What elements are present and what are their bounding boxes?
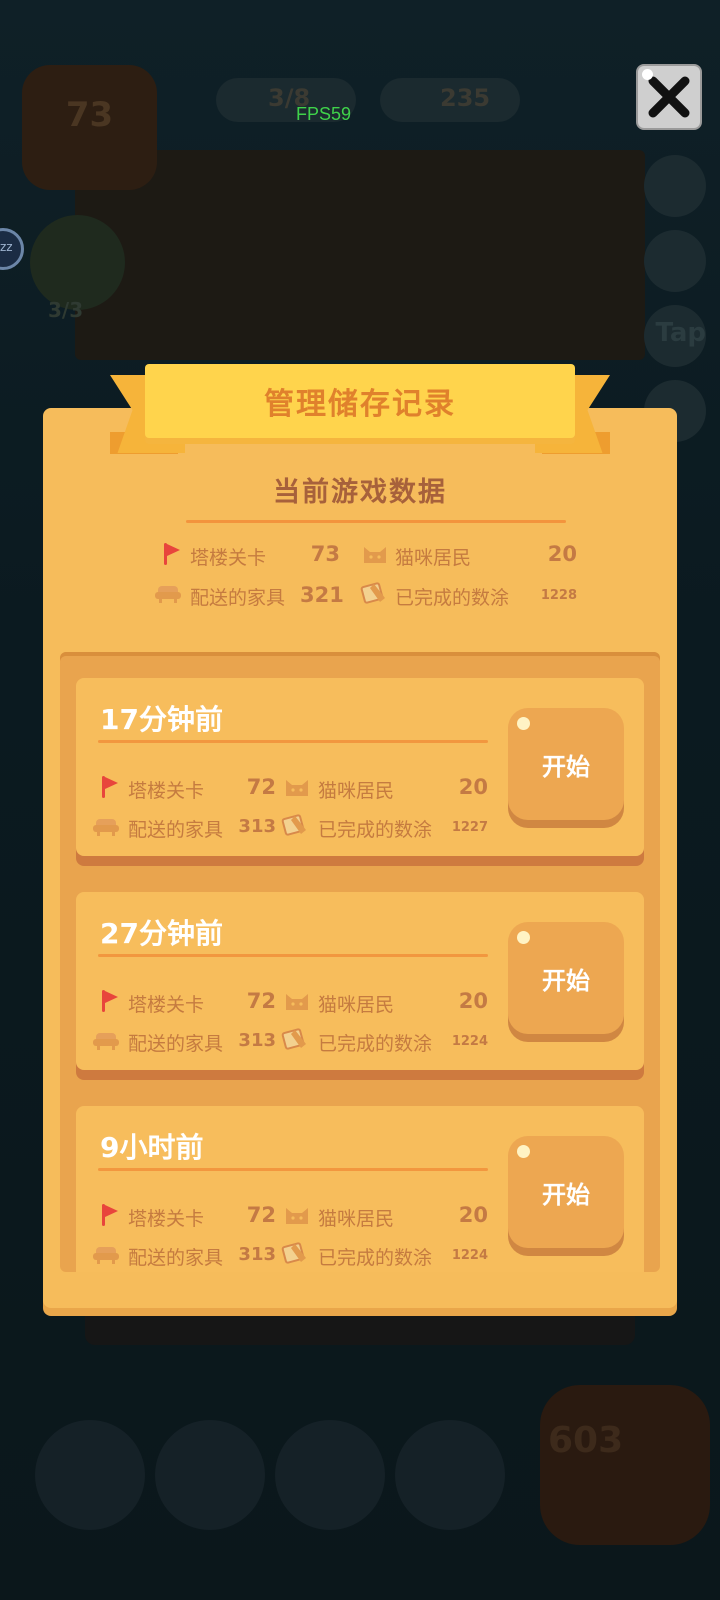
save-furniture-label: 配送的家具: [128, 819, 224, 841]
save-list-panel[interactable]: 17分钟前 塔楼关卡 72 猫咪居民 20 配送的家具 313 已完成的数涂 1…: [60, 652, 660, 1272]
start-button[interactable]: 开始: [508, 922, 624, 1034]
current-data-divider: [186, 520, 566, 523]
close-icon: [648, 76, 690, 118]
save-paint-value: 1224: [451, 1248, 488, 1263]
flag-icon: [102, 776, 118, 798]
save-furniture-label: 配送的家具: [128, 1033, 224, 1055]
bottom-button-2: [155, 1420, 265, 1530]
current-paint-value: 1228: [540, 588, 577, 603]
flag-icon: [102, 990, 118, 1012]
save-furniture-value: 313: [238, 1030, 276, 1051]
save-tower-value: 72: [246, 989, 276, 1013]
tap-hint: Tap: [655, 318, 706, 348]
save-paint-value: 1224: [451, 1034, 488, 1049]
bottom-button-4: [395, 1420, 505, 1530]
counter-pill-b-value: 235: [440, 84, 491, 112]
task-badge-progress: 3/3: [48, 298, 84, 322]
paint-icon: [360, 582, 385, 604]
current-paint-label: 已完成的数涂: [395, 587, 510, 609]
save-record-card: 17分钟前 塔楼关卡 72 猫咪居民 20 配送的家具 313 已完成的数涂 1…: [76, 678, 644, 856]
cat-icon: [286, 1208, 308, 1224]
furniture-icon: [155, 586, 181, 603]
side-button-1: [644, 155, 706, 217]
task-badge: [30, 215, 125, 310]
start-button-highlight: [517, 717, 530, 730]
bottom-button-1: [35, 1420, 145, 1530]
save-cat-value: 20: [458, 989, 488, 1013]
save-cat-value: 20: [458, 1203, 488, 1227]
start-button-label: 开始: [542, 966, 590, 995]
save-record-card: 27分钟前 塔楼关卡 72 猫咪居民 20 配送的家具 313 已完成的数涂 1…: [76, 892, 644, 1070]
current-data-title: 当前游戏数据: [273, 477, 447, 508]
flag-icon: [102, 1204, 118, 1226]
save-time: 27分钟前: [100, 917, 223, 950]
dialog-title-ribbon: 管理储存记录: [145, 364, 575, 438]
save-record-card: 9小时前 塔楼关卡 72 猫咪居民 20 配送的家具 313 已完成的数涂 12…: [76, 1106, 644, 1272]
save-tower-label: 塔楼关卡: [128, 780, 205, 802]
close-button-highlight: [642, 69, 653, 80]
save-divider: [98, 740, 488, 743]
save-tower-value: 72: [246, 775, 276, 799]
coins-badge: [540, 1385, 710, 1545]
bottom-button-3: [275, 1420, 385, 1530]
fps-counter: FPS59: [296, 104, 352, 124]
cat-icon: [286, 994, 308, 1010]
background-room: [75, 150, 645, 360]
save-furniture-value: 313: [238, 816, 276, 837]
cat-icon: [364, 547, 386, 563]
tower-level-badge-value: 73: [65, 95, 114, 135]
current-tower-value: 73: [310, 542, 340, 566]
sleep-icon-text: zz: [0, 240, 13, 254]
start-button[interactable]: 开始: [508, 708, 624, 820]
start-button[interactable]: 开始: [508, 1136, 624, 1248]
cat-icon: [286, 780, 308, 796]
paint-icon: [281, 814, 306, 836]
save-cat-label: 猫咪居民: [318, 780, 395, 802]
save-paint-label: 已完成的数涂: [318, 1247, 433, 1269]
save-divider: [98, 954, 488, 957]
save-furniture-value: 313: [238, 1244, 276, 1265]
start-button-label: 开始: [542, 752, 590, 781]
current-cat-label: 猫咪居民: [395, 547, 472, 569]
save-cat-label: 猫咪居民: [318, 1208, 395, 1230]
current-tower-label: 塔楼关卡: [190, 547, 267, 569]
save-tower-label: 塔楼关卡: [128, 1208, 205, 1230]
furniture-icon: [93, 1247, 119, 1264]
furniture-icon: [93, 1033, 119, 1050]
close-button[interactable]: [636, 64, 702, 130]
start-button-label: 开始: [542, 1180, 590, 1209]
save-tower-label: 塔楼关卡: [128, 994, 205, 1016]
save-cat-label: 猫咪居民: [318, 994, 395, 1016]
save-paint-label: 已完成的数涂: [318, 819, 433, 841]
start-button-highlight: [517, 1145, 530, 1158]
save-time: 9小时前: [100, 1131, 204, 1164]
save-tower-value: 72: [246, 1203, 276, 1227]
save-divider: [98, 1168, 488, 1171]
current-furniture-value: 321: [300, 583, 344, 607]
start-button-highlight: [517, 931, 530, 944]
side-button-2: [644, 230, 706, 292]
paint-icon: [281, 1242, 306, 1264]
save-furniture-label: 配送的家具: [128, 1247, 224, 1269]
current-furniture-label: 配送的家具: [190, 587, 286, 609]
furniture-icon: [93, 819, 119, 836]
flag-icon: [164, 543, 180, 565]
save-paint-label: 已完成的数涂: [318, 1033, 433, 1055]
coins-badge-value: 603: [548, 1420, 624, 1461]
paint-icon: [281, 1028, 306, 1050]
dialog-title: 管理储存记录: [264, 387, 456, 422]
save-time: 17分钟前: [100, 703, 223, 736]
save-cat-value: 20: [458, 775, 488, 799]
current-cat-value: 20: [547, 542, 577, 566]
save-paint-value: 1227: [451, 820, 488, 835]
